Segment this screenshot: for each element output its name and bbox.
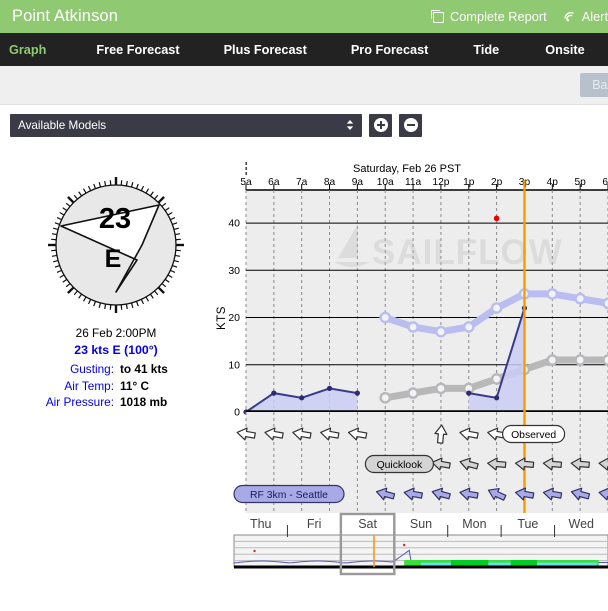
y-tick-label: 30 (228, 265, 240, 277)
y-tick-label: 20 (228, 312, 240, 324)
x-tick-label: 6p (602, 177, 608, 188)
navigator-day-label: Mon (462, 517, 486, 531)
gust-marker (493, 215, 500, 222)
chart-title: Saturday, Feb 26 PST (353, 163, 461, 175)
conditions-readout: 26 Feb 2:00PM 23 kts E (100°) Gusting: t… (0, 326, 232, 411)
readout-row-air-pressure: Air Pressure: 1018 mb (0, 394, 232, 411)
complete-report-button[interactable]: Complete Report (430, 9, 547, 24)
page-title: Point Atkinson (12, 7, 118, 25)
svg-text:SAILFLOW: SAILFLOW (372, 233, 563, 272)
series-pill-quicklook[interactable]: Quicklook (364, 454, 434, 474)
y-tick-label: 40 (228, 218, 240, 230)
svg-text:Observed: Observed (511, 430, 556, 441)
compass-dial-svg: 23 E (48, 177, 184, 313)
readout-speed: 23 kts E (100°) (74, 343, 158, 357)
available-models-value: Available Models (18, 118, 107, 132)
air-temp-label: Air Temp: (64, 378, 114, 393)
complete-report-label: Complete Report (449, 9, 547, 24)
compass-direction: E (105, 245, 122, 273)
navigator-day-label: Wed (569, 517, 595, 531)
report-icon (430, 10, 445, 23)
back-button[interactable]: Back (580, 73, 608, 97)
tab-free-forecast[interactable]: Free Forecast (96, 43, 179, 57)
tab-pro-forecast[interactable]: Pro Forecast (351, 43, 429, 57)
minus-icon (403, 118, 418, 132)
tab-tide[interactable]: Tide (473, 43, 499, 57)
models-toolbar: Available Models (0, 105, 608, 140)
air-pressure-label: Air Pressure: (45, 395, 114, 409)
add-model-button[interactable] (369, 113, 392, 137)
readout-row-air-temp: Air Temp: 11° C (0, 378, 232, 395)
timeline-navigator-svg[interactable]: Thu Fri Sat Sun Mon Tue Wed (228, 512, 608, 587)
timeline-navigator[interactable]: Thu Fri Sat Sun Mon Tue Wed (228, 512, 608, 592)
wind-graph: Saturday, Feb 26 PST 5a 6a 7a 8a 9a 10a 11a 12p 1… (212, 158, 608, 518)
tab-graph[interactable]: Graph (9, 43, 46, 57)
alert-label: Alert (581, 9, 608, 24)
svg-text:Quicklook: Quicklook (377, 460, 423, 471)
plus-icon (373, 118, 388, 132)
series-pill-observed[interactable]: Observed (502, 424, 566, 444)
svg-text:RF 3km - Seattle: RF 3km - Seattle (250, 490, 328, 501)
gusting-label: Gusting: (70, 362, 114, 376)
wind-graph-svg: Saturday, Feb 26 PST5a 6a 7a 8a 9a 10a 11a 12p 1… (228, 162, 608, 516)
gusting-value: to 41 kts (120, 362, 168, 376)
series-pill-rf-3km-seattle[interactable]: RF 3km - Seattle (233, 484, 345, 504)
tab-plus-forecast[interactable]: Plus Forecast (224, 43, 307, 57)
navigator-day-label: Sat (358, 517, 377, 531)
current-conditions-panel: 23 E 26 Feb 2:00PM 23 kts E (100°) Gusti… (0, 162, 232, 411)
wind-compass: 23 E (0, 162, 232, 320)
main-nav: Graph Free Forecast Plus Forecast Pro Fo… (0, 33, 608, 66)
sailflow-graph-page: Point Atkinson Complete Report Alert Gra… (0, 0, 608, 611)
remove-model-button[interactable] (399, 113, 422, 137)
y-tick-label: 0 (234, 407, 240, 419)
chevron-updown-icon (346, 119, 354, 131)
site-header: Point Atkinson Complete Report Alert (0, 0, 608, 33)
navigator-day-label: Fri (307, 517, 322, 531)
available-models-select[interactable]: Available Models (10, 113, 362, 137)
compass-speed: 23 (99, 203, 131, 235)
header-actions: Complete Report Alert (430, 9, 608, 24)
navigator-day-label: Tue (517, 517, 538, 531)
toolbar-strip: Back (0, 66, 608, 105)
alert-button[interactable]: Alert (563, 9, 608, 24)
air-temp-value: 11° C (120, 378, 149, 393)
y-tick-label: 10 (228, 359, 240, 371)
tab-onsite[interactable]: Onsite (545, 43, 584, 57)
navigator-day-label: Thu (250, 517, 272, 531)
navigator-day-label: Sun (410, 517, 432, 531)
readout-timestamp: 26 Feb 2:00PM (75, 326, 157, 340)
readout-row-gusting: Gusting: to 41 kts (0, 361, 232, 378)
air-pressure-value: 1018 mb (120, 395, 168, 409)
alert-signal-icon (563, 10, 577, 23)
